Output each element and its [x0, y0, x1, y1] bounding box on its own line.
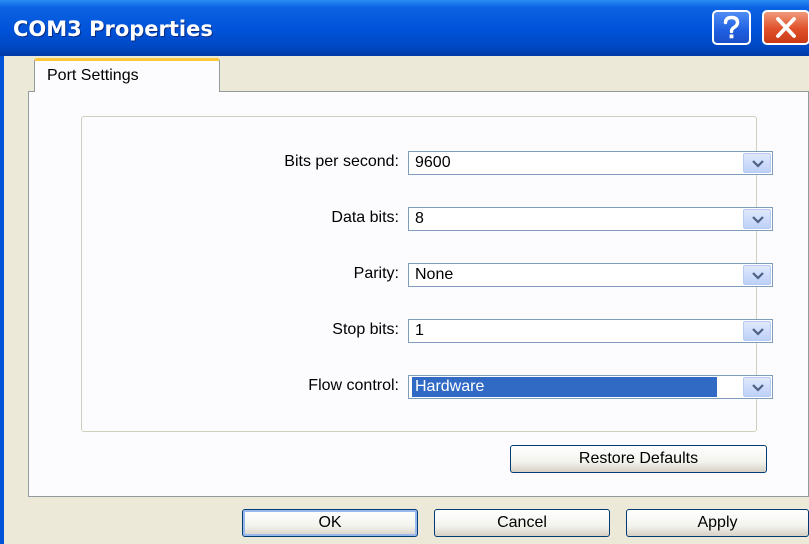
window-frame-left — [0, 56, 4, 544]
data-bits-select[interactable]: 8 — [408, 207, 773, 231]
com3-properties-dialog: COM3 Properties Port Settings Bits per s… — [0, 0, 809, 544]
chevron-down-icon — [752, 216, 764, 224]
parity-select[interactable]: None — [408, 263, 773, 287]
stop-bits-dropdown-button[interactable] — [743, 321, 771, 341]
tab-port-settings-label: Port Settings — [47, 67, 139, 84]
stop-bits-label: Stop bits: — [332, 321, 399, 338]
flow-control-label: Flow control: — [308, 377, 399, 394]
chevron-down-icon — [752, 160, 764, 168]
settings-group: Bits per second: 9600 Data bits: 8 Parit… — [81, 116, 773, 432]
parity-label: Parity: — [353, 265, 399, 282]
dialog-client-area: Port Settings Bits per second: 9600 Data… — [12, 56, 809, 544]
restore-defaults-button[interactable]: Restore Defaults — [510, 445, 767, 473]
title-bar[interactable]: COM3 Properties — [0, 0, 809, 56]
parity-dropdown-button[interactable] — [743, 265, 771, 285]
flow-control-dropdown-button[interactable] — [743, 377, 771, 397]
cancel-button[interactable]: Cancel — [434, 509, 610, 537]
close-button[interactable] — [762, 10, 809, 45]
data-bits-dropdown-button[interactable] — [743, 209, 771, 229]
close-x-icon — [776, 17, 796, 38]
parity-value: None — [415, 266, 454, 283]
tab-panel: Bits per second: 9600 Data bits: 8 Parit… — [28, 91, 809, 497]
chevron-down-icon — [752, 328, 764, 336]
stop-bits-value: 1 — [415, 322, 424, 339]
ok-button[interactable]: OK — [242, 509, 418, 537]
apply-button[interactable]: Apply — [626, 509, 809, 537]
tab-port-settings[interactable]: Port Settings — [34, 58, 220, 92]
window-title: COM3 Properties — [13, 17, 213, 41]
help-button[interactable] — [712, 10, 751, 45]
chevron-down-icon — [752, 272, 764, 280]
data-bits-label: Data bits: — [331, 209, 399, 226]
chevron-down-icon — [752, 384, 764, 392]
question-mark-icon — [723, 15, 740, 39]
data-bits-value: 8 — [415, 210, 424, 227]
flow-control-value: Hardware — [412, 377, 717, 397]
stop-bits-select[interactable]: 1 — [408, 319, 773, 343]
bits-per-second-label: Bits per second: — [284, 153, 399, 170]
bits-per-second-select[interactable]: 9600 — [408, 151, 773, 175]
bits-per-second-value: 9600 — [415, 154, 451, 171]
flow-control-select[interactable]: Hardware — [408, 375, 773, 399]
bits-per-second-dropdown-button[interactable] — [743, 153, 771, 173]
